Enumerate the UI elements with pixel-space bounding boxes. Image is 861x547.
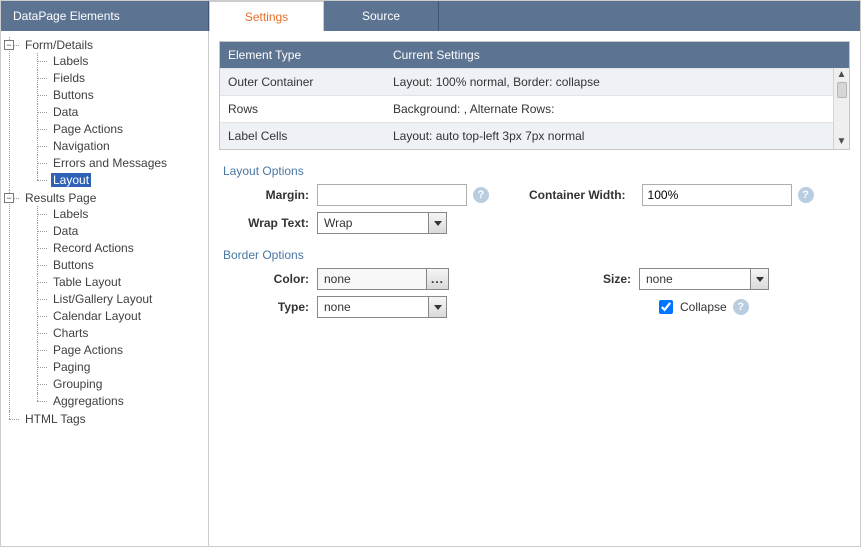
body: − Form/Details Labels Fields Buttons Dat… <box>1 31 860 546</box>
group-label[interactable]: Results Page <box>23 191 98 205</box>
tree-item[interactable]: Labels <box>37 53 204 70</box>
tree-item-layout[interactable]: Layout <box>37 172 204 189</box>
border-color-picker[interactable]: none ... <box>317 268 449 290</box>
tab-source[interactable]: Source <box>324 1 439 31</box>
tree-item[interactable]: Charts <box>37 325 204 342</box>
sidebar-title: DataPage Elements <box>1 1 209 31</box>
col-element-type: Element Type <box>220 42 385 68</box>
sidebar-tree: − Form/Details Labels Fields Buttons Dat… <box>1 31 209 546</box>
table-body: Outer Container Layout: 100% normal, Bor… <box>220 68 849 149</box>
container-width-label: Container Width: <box>529 188 634 202</box>
group-label[interactable]: HTML Tags <box>23 412 88 426</box>
table-row[interactable]: Label Cells Layout: auto top-left 3px 7p… <box>220 122 849 149</box>
chevron-down-icon[interactable] <box>750 269 768 289</box>
table-scrollbar[interactable]: ▲ ▼ <box>833 68 849 149</box>
group-label[interactable]: Form/Details <box>23 38 95 52</box>
layout-options-title: Layout Options <box>223 164 850 178</box>
tree-item[interactable]: Data <box>37 223 204 240</box>
tree-item[interactable]: Data <box>37 104 204 121</box>
tree-item[interactable]: Navigation <box>37 138 204 155</box>
help-icon[interactable]: ? <box>798 187 814 203</box>
tree-item[interactable]: Grouping <box>37 376 204 393</box>
tree-item[interactable]: Buttons <box>37 257 204 274</box>
tree-item[interactable]: Aggregations <box>37 393 204 410</box>
border-color-label: Color: <box>237 272 317 286</box>
chevron-down-icon[interactable] <box>428 213 446 233</box>
border-type-label: Type: <box>237 300 317 314</box>
tree-group-form-details[interactable]: − Form/Details Labels Fields Buttons Dat… <box>9 37 204 190</box>
scroll-thumb[interactable] <box>837 82 847 98</box>
collapse-toggle-icon[interactable]: − <box>4 40 14 50</box>
margin-input[interactable] <box>317 184 467 206</box>
table-row[interactable]: Outer Container Layout: 100% normal, Bor… <box>220 68 849 95</box>
wrap-text-label: Wrap Text: <box>237 216 317 230</box>
help-icon[interactable]: ? <box>473 187 489 203</box>
tree-item[interactable]: Paging <box>37 359 204 376</box>
tree-item[interactable]: Page Actions <box>37 121 204 138</box>
col-current-settings: Current Settings <box>385 42 849 68</box>
top-bar: DataPage Elements Settings Source <box>1 1 860 31</box>
collapse-checkbox[interactable]: Collapse <box>655 297 727 317</box>
tree-item[interactable]: Calendar Layout <box>37 308 204 325</box>
border-size-label: Size: <box>589 272 639 286</box>
layout-options: Margin: ? Container Width: ? Wrap Text: … <box>219 184 850 234</box>
border-type-select[interactable]: none <box>317 296 447 318</box>
tree-item[interactable]: Record Actions <box>37 240 204 257</box>
scroll-track[interactable] <box>837 80 847 137</box>
app-window: DataPage Elements Settings Source − Form… <box>0 0 861 547</box>
tab-settings[interactable]: Settings <box>209 1 324 31</box>
table-row[interactable]: Rows Background: , Alternate Rows: <box>220 95 849 122</box>
main-panel: Element Type Current Settings Outer Cont… <box>209 31 860 546</box>
scroll-up-icon[interactable]: ▲ <box>837 70 847 80</box>
tree-item[interactable]: Errors and Messages <box>37 155 204 172</box>
margin-label: Margin: <box>237 188 317 202</box>
tree-item[interactable]: Page Actions <box>37 342 204 359</box>
tree-item[interactable]: List/Gallery Layout <box>37 291 204 308</box>
border-options: Color: none ... Size: none Type: no <box>219 268 850 318</box>
container-width-input[interactable] <box>642 184 792 206</box>
tree-item[interactable]: Buttons <box>37 87 204 104</box>
tree-group-results-page[interactable]: − Results Page Labels Data Record Action… <box>9 190 204 411</box>
scroll-down-icon[interactable]: ▼ <box>837 137 847 147</box>
border-options-title: Border Options <box>223 248 850 262</box>
tab-strip: Settings Source <box>209 1 860 31</box>
tree-item[interactable]: Labels <box>37 206 204 223</box>
collapse-checkbox-input[interactable] <box>659 300 673 314</box>
tree-group-html-tags[interactable]: HTML Tags <box>9 411 204 428</box>
collapse-toggle-icon[interactable]: − <box>4 193 14 203</box>
border-size-select[interactable]: none <box>639 268 769 290</box>
settings-table: Element Type Current Settings Outer Cont… <box>219 41 850 150</box>
ellipsis-button[interactable]: ... <box>427 268 449 290</box>
chevron-down-icon[interactable] <box>428 297 446 317</box>
tree-item[interactable]: Table Layout <box>37 274 204 291</box>
tree-item[interactable]: Fields <box>37 70 204 87</box>
wrap-text-select[interactable]: Wrap <box>317 212 447 234</box>
table-header: Element Type Current Settings <box>220 42 849 68</box>
help-icon[interactable]: ? <box>733 299 749 315</box>
